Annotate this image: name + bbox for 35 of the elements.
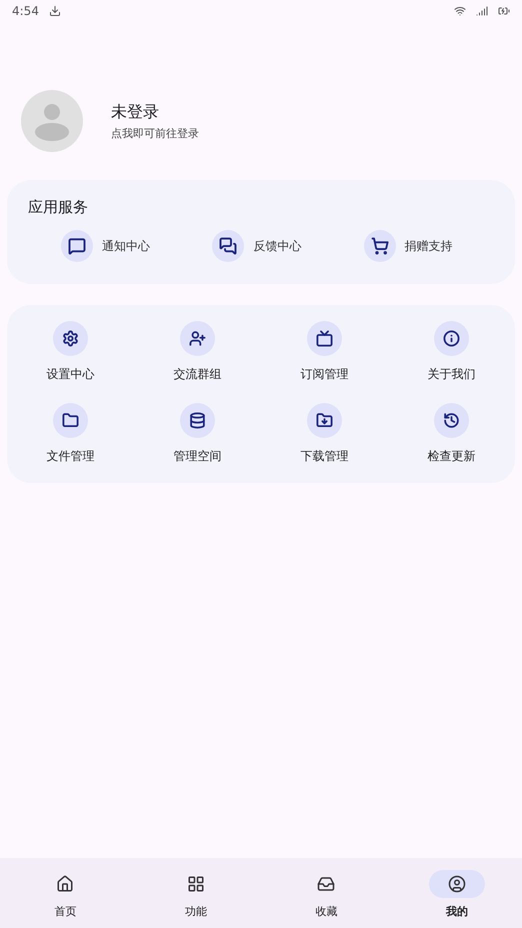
tool-label[interactable]: 设置中心 — [46, 366, 94, 383]
user-name[interactable]: 未登录 — [111, 102, 199, 122]
service-label[interactable]: 反馈中心 — [253, 238, 302, 254]
login-hint[interactable]: 点我即可前往登录 — [111, 126, 199, 140]
tool-label[interactable]: 下载管理 — [300, 448, 348, 465]
database-icon[interactable] — [180, 403, 215, 438]
service-label[interactable]: 捐赠支持 — [404, 238, 453, 254]
settings-icon[interactable] — [53, 321, 88, 356]
add-people-icon[interactable] — [180, 321, 215, 356]
service-label[interactable]: 通知中心 — [102, 238, 150, 254]
nav-tab[interactable]: 功能 — [130, 858, 261, 928]
message-icon[interactable] — [61, 230, 93, 262]
tool-label[interactable]: 检查更新 — [428, 448, 476, 465]
cart-icon[interactable] — [364, 230, 396, 262]
chat-bubbles-icon[interactable] — [212, 230, 244, 262]
nav-tab[interactable]: 收藏 — [261, 858, 392, 928]
home-icon — [56, 875, 74, 893]
inbox-icon — [317, 875, 336, 893]
section-title: 应用服务 — [27, 198, 89, 217]
user-circle-icon — [448, 875, 466, 893]
tool-label[interactable]: 交流群组 — [174, 366, 222, 383]
download-icon — [48, 5, 61, 17]
grid-icon — [186, 875, 205, 893]
folder-icon[interactable] — [53, 403, 88, 438]
signal-icon — [476, 5, 488, 17]
info-icon[interactable] — [434, 321, 469, 356]
tool-label[interactable]: 关于我们 — [428, 366, 476, 383]
tool-label[interactable]: 订阅管理 — [300, 366, 348, 383]
nav-tab[interactable]: 首页 — [0, 858, 130, 928]
battery-icon — [498, 5, 510, 17]
tool-label[interactable]: 管理空间 — [174, 448, 222, 465]
status-time: 4:54 — [12, 4, 39, 18]
folder-download-icon[interactable] — [307, 403, 342, 438]
nav-tab[interactable]: 我的 — [392, 858, 522, 928]
tool-label[interactable]: 文件管理 — [46, 448, 94, 465]
